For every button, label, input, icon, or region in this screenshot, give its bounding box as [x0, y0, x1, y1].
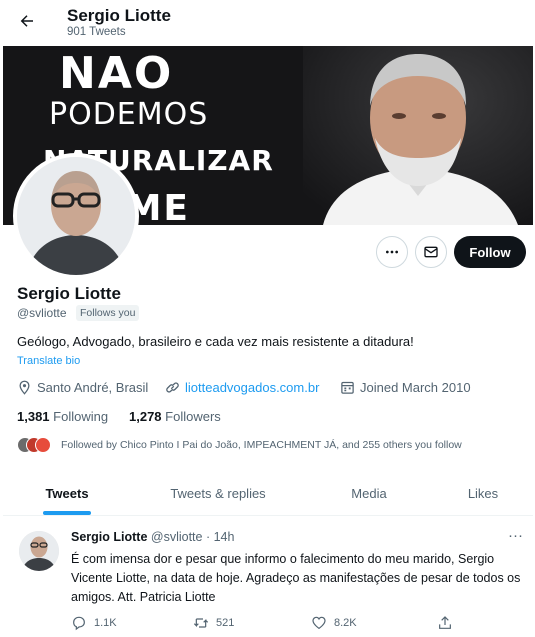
retweet-count: 521	[216, 617, 235, 629]
tweet-actions: 1.1K 521 8.2K	[71, 615, 471, 633]
followers-label: Followers	[165, 409, 221, 424]
profile-joined: Joined March 2010	[340, 380, 471, 395]
location-text: Santo André, Brasil	[37, 380, 149, 395]
tweet-avatar[interactable]	[19, 531, 59, 571]
share-button[interactable]	[437, 615, 453, 631]
profile-location: Santo André, Brasil	[17, 380, 148, 395]
more-options-button[interactable]	[376, 236, 408, 268]
followers-stat[interactable]: 1,278 Followers	[129, 409, 221, 424]
tweet-avatar-image	[19, 531, 59, 571]
avatar-image	[17, 157, 135, 275]
profile-handle: @svliotte	[17, 306, 67, 320]
more-icon	[386, 250, 398, 254]
tab-tweets-replies[interactable]: Tweets & replies	[131, 470, 305, 516]
profile-header-bar: Sergio Liotte 901 Tweets	[0, 0, 535, 46]
header-tweet-count: 901 Tweets	[67, 26, 126, 38]
tweet-handle-time: @svliotte · 14h	[150, 530, 235, 544]
share-icon	[439, 616, 451, 629]
tab-likes[interactable]: Likes	[433, 470, 533, 516]
tab-label: Media	[351, 485, 387, 501]
location-icon	[19, 380, 30, 395]
banner-text-line2: PODEMOS	[49, 97, 209, 132]
calendar-icon	[341, 381, 354, 394]
follows-you-badge: Follows you	[76, 305, 140, 321]
profile-bio: Geólogo, Advogado, brasileiro e cada vez…	[17, 334, 414, 349]
joined-text: Joined March 2010	[360, 380, 471, 395]
tab-label: Likes	[467, 485, 499, 501]
tab-label: Tweets	[45, 485, 89, 501]
following-count: 1,381	[17, 409, 50, 424]
followers-count: 1,278	[129, 409, 162, 424]
profile-name: Sergio Liotte	[17, 284, 121, 303]
profile-avatar[interactable]	[13, 153, 139, 279]
following-label: Following	[53, 409, 109, 424]
following-stat[interactable]: 1,381 Following	[17, 409, 108, 424]
like-count: 8.2K	[334, 617, 357, 629]
reply-count: 1.1K	[94, 617, 117, 629]
active-tab-indicator	[43, 511, 91, 515]
reply-icon	[73, 616, 85, 631]
retweet-icon	[193, 618, 209, 628]
banner-portrait	[303, 46, 533, 225]
back-arrow-icon[interactable]	[14, 8, 40, 34]
header-name: Sergio Liotte	[67, 6, 171, 25]
tab-media[interactable]: Media	[305, 470, 433, 516]
tab-label: Tweets & replies	[170, 485, 266, 501]
banner-text-line1: NAO	[59, 48, 174, 99]
mail-icon	[424, 246, 438, 258]
followed-by-text: Followed by Chico Pinto I Pai do João, I…	[61, 439, 462, 451]
message-button[interactable]	[415, 236, 447, 268]
tweet-text: É com imensa dor e pesar que informo o f…	[71, 552, 521, 604]
profile-website[interactable]: liotteadvogados.com.br	[165, 380, 319, 395]
website-link[interactable]: liotteadvogados.com.br	[185, 380, 319, 395]
tab-tweets[interactable]: Tweets	[3, 470, 131, 516]
retweet-button[interactable]: 521	[193, 615, 234, 631]
like-icon	[312, 616, 326, 630]
followed-by-row[interactable]: Followed by Chico Pinto I Pai do João, I…	[17, 436, 517, 456]
tweet[interactable]: Sergio Liotte @svliotte · 14h ··· É com …	[3, 517, 533, 637]
tweet-header: Sergio Liotte @svliotte · 14h	[71, 530, 234, 544]
translate-bio-link[interactable]: Translate bio	[17, 355, 80, 367]
tweet-more-icon[interactable]: ···	[508, 527, 523, 544]
like-button[interactable]: 8.2K	[311, 615, 357, 631]
link-icon	[166, 382, 179, 393]
follow-button[interactable]: Follow	[454, 236, 526, 268]
mutual-avatar	[35, 437, 51, 453]
tweet-author-name[interactable]: Sergio Liotte	[71, 530, 147, 544]
profile-tabs: Tweets Tweets & replies Media Likes	[3, 470, 533, 516]
reply-button[interactable]: 1.1K	[71, 615, 117, 631]
